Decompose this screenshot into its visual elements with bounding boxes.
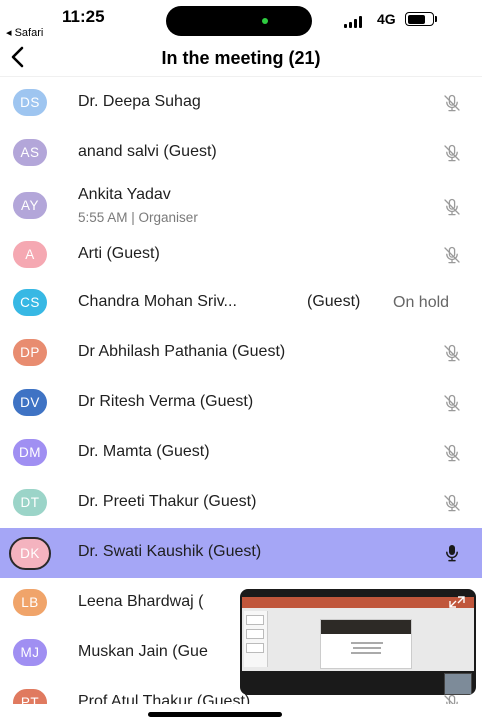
avatar: DT (13, 489, 47, 516)
avatar: DK (9, 537, 51, 570)
avatar: DV (13, 389, 47, 416)
participant-name: Dr. Swati Kaushik (Guest) (78, 543, 262, 560)
avatar: DS (13, 89, 47, 116)
participant-row[interactable]: DV Dr Ritesh Verma (Guest) (0, 378, 482, 428)
participant-subtitle: 5:55 AM | Organiser (78, 210, 198, 225)
pip-app-toolbar (242, 597, 474, 608)
video-pip-window[interactable] (240, 589, 476, 695)
participant-name: Dr Abhilash Pathania (Guest) (78, 343, 286, 360)
avatar: DM (13, 439, 47, 466)
avatar: A (13, 241, 47, 268)
pip-slide-banner (321, 620, 411, 634)
participant-name: Chandra Mohan Sriv... (78, 293, 237, 310)
back-to-safari-link[interactable]: ◂ Safari (6, 26, 43, 39)
guest-label: (Guest) (307, 293, 361, 310)
participant-name: Leena Bhardwaj ( (78, 593, 204, 610)
participant-name: Arti (Guest) (78, 245, 160, 262)
camera-indicator-icon (262, 18, 268, 24)
participant-name: Dr Ritesh Verma (Guest) (78, 393, 254, 410)
status-time: 11:25 (62, 7, 105, 26)
pip-thumbnail (246, 615, 264, 625)
pip-slide-text-line (353, 647, 381, 649)
mic-muted-icon (444, 94, 460, 112)
signal-icon (344, 16, 362, 28)
home-indicator[interactable] (148, 712, 282, 717)
pip-self-view (444, 673, 472, 695)
mic-muted-icon (444, 344, 460, 362)
participant-row[interactable]: DT Dr. Preeti Thakur (Guest) (0, 478, 482, 528)
participant-name: Dr. Mamta (Guest) (78, 443, 210, 460)
dynamic-island (166, 6, 312, 36)
mic-muted-icon (444, 246, 460, 264)
participant-name: Prof Atul Thakur (Guest) (78, 693, 251, 704)
pip-slide-thumbnails (244, 611, 268, 667)
pip-thumbnail (246, 643, 264, 653)
avatar: CS (13, 289, 47, 316)
page-title: In the meeting (21) (161, 48, 321, 68)
mic-muted-icon (444, 494, 460, 512)
mic-muted-icon (444, 144, 460, 162)
avatar: MJ (13, 639, 47, 666)
participant-row[interactable]: DS Dr. Deepa Suhag (0, 78, 482, 124)
participant-row[interactable]: DM Dr. Mamta (Guest) (0, 428, 482, 478)
participant-row[interactable]: CS Chandra Mohan Sriv... (Guest) On hold (0, 278, 482, 328)
pip-current-slide (320, 619, 412, 669)
network-type: 4G (377, 11, 396, 27)
mic-muted-icon (444, 444, 460, 462)
participant-row[interactable]: A Arti (Guest) (0, 230, 482, 280)
expand-icon[interactable] (448, 595, 466, 609)
avatar: AY (13, 192, 47, 219)
mic-muted-icon (444, 394, 460, 412)
battery-cap (435, 16, 437, 22)
avatar: DP (13, 339, 47, 366)
participant-name: Muskan Jain (Gue (78, 643, 208, 660)
mic-icon (446, 545, 458, 562)
nav-header: In the meeting (21) (0, 40, 482, 76)
pip-slide-text-line (351, 642, 383, 644)
participant-row[interactable]: AY Ankita Yadav 5:55 AM | Organiser (0, 178, 482, 234)
status-badge: On hold (393, 294, 450, 311)
participant-row[interactable]: DK Dr. Swati Kaushik (Guest) (0, 528, 482, 578)
avatar: PT (13, 689, 47, 704)
participant-name: anand salvi (Guest) (78, 143, 217, 160)
participant-row[interactable]: DP Dr Abhilash Pathania (Guest) (0, 328, 482, 378)
mic-muted-icon (444, 198, 460, 216)
pip-slide-text-line (351, 652, 381, 654)
avatar: LB (13, 589, 47, 616)
participant-name: Dr. Preeti Thakur (Guest) (78, 493, 257, 510)
battery-icon (405, 12, 434, 26)
status-bar: 11:25 ◂ Safari 4G (0, 0, 482, 40)
participant-row[interactable]: AS anand salvi (Guest) (0, 128, 482, 178)
participant-name: Ankita Yadav (78, 186, 171, 203)
participant-name: Dr. Deepa Suhag (78, 93, 201, 110)
pip-thumbnail (246, 629, 264, 639)
avatar: AS (13, 139, 47, 166)
